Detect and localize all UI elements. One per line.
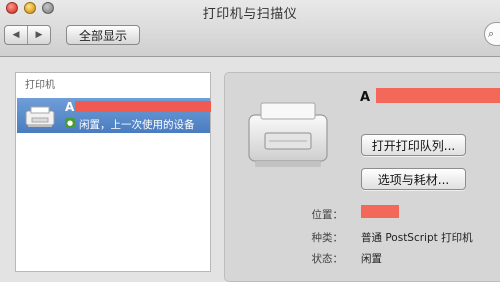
open-print-queue-button[interactable]: 打开打印队列... [361,134,466,156]
status-label: 状态： [311,253,344,265]
show-all-button[interactable]: 全部显示 [66,25,140,45]
printer-list-item[interactable]: A ● 闲置，上一次使用的设备 [17,98,211,133]
title-bar: 打印机与扫描仪 ◀ ▶ 全部显示 ⌕ [0,0,500,57]
kind-value: 普通 PostScript 打印机 [361,232,473,244]
search-icon: ⌕ [488,27,495,40]
back-arrow-icon: ◀ [12,30,20,40]
redaction-bar [376,88,500,103]
status-value: 闲置 [361,253,382,265]
options-supplies-button[interactable]: 选项与耗材... [361,168,466,190]
printer-icon [25,106,55,127]
printer-list-header: 打印机 [25,80,55,91]
redaction-bar [361,205,399,218]
back-forward-control: ◀ ▶ [4,25,51,45]
forward-button[interactable]: ▶ [27,26,50,44]
back-button[interactable]: ◀ [5,26,27,44]
printer-name-label: A [65,100,75,114]
search-field[interactable]: ⌕ [484,22,500,46]
printer-status-label: 闲置，上一次使用的设备 [79,119,195,131]
detail-printer-name: A [360,90,371,105]
redaction-bar [75,101,211,112]
forward-arrow-icon: ▶ [35,30,43,40]
printer-list[interactable]: 打印机 A ● 闲置，上一次使用的设备 [15,72,211,272]
status-indicator-icon: ● [65,118,75,128]
printer-large-icon [248,102,328,167]
window-title: 打印机与扫描仪 [202,7,298,22]
location-label: 位置： [311,209,344,221]
kind-label: 种类： [311,232,344,244]
